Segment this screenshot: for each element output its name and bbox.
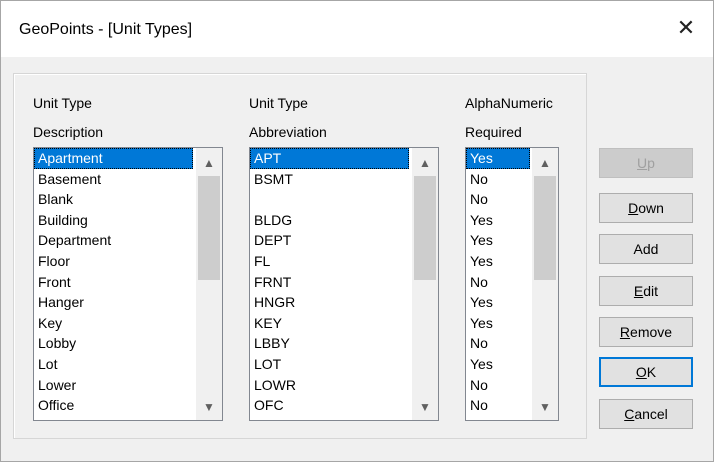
description-list-item[interactable]: Front [34,272,193,293]
description-list-item[interactable]: Blank [34,189,193,210]
description-list-item[interactable]: Department [34,230,193,251]
description-list-item[interactable]: Floor [34,251,193,272]
required-list-item[interactable]: No [466,395,530,416]
required-list-item[interactable]: No [466,333,530,354]
alphanumeric-header: AlphaNumeric Required [465,89,553,147]
cancel-button[interactable]: Cancel [599,399,693,429]
required-list-item[interactable]: Yes [466,210,530,231]
scroll-down-arrow-icon[interactable]: ▼ [412,396,438,418]
required-list-item[interactable]: No [466,189,530,210]
description-list-item[interactable]: Lobby [34,333,193,354]
up-button[interactable]: Up [599,148,693,178]
scroll-thumb[interactable] [198,176,220,280]
required-list-item[interactable]: Yes [466,148,530,169]
description-items: Apartment Basement Blank Building Department… [34,148,222,416]
description-list-item[interactable]: Key [34,313,193,334]
required-list-item[interactable]: Yes [466,292,530,313]
dialog-window: GeoPoints - [Unit Types] ✕ Unit Type Des… [0,0,714,462]
add-button[interactable]: Add [599,234,693,264]
abbreviation-list-item[interactable]: LBBY [250,333,409,354]
abbreviation-list-item[interactable]: OFC [250,395,409,416]
header-line-1: Unit Type [33,95,92,111]
abbreviation-scrollbar[interactable]: ▲ ▼ [412,148,438,420]
abbreviation-list-item[interactable]: LOT [250,354,409,375]
abbreviation-list-item[interactable] [250,189,409,210]
description-header: Unit Type Description [33,89,103,147]
description-list-item[interactable]: Apartment [34,148,193,169]
required-list-item[interactable]: No [466,375,530,396]
required-list-item[interactable]: Yes [466,230,530,251]
down-button[interactable]: Down [599,193,693,223]
description-list-item[interactable]: Hanger [34,292,193,313]
required-list-item[interactable]: No [466,272,530,293]
abbreviation-items: APT BSMT BLDG DEPT FL FRNT HNGR KEY LBBY LOT LOWR O… [250,148,438,416]
abbreviation-list-item[interactable]: FRNT [250,272,409,293]
abbreviation-list-item[interactable]: APT [250,148,409,169]
required-list-item[interactable]: Yes [466,251,530,272]
description-list-item[interactable]: Basement [34,169,193,190]
scroll-thumb[interactable] [414,176,436,280]
alphanumeric-scrollbar[interactable]: ▲ ▼ [532,148,558,420]
abbreviation-list-item[interactable]: HNGR [250,292,409,313]
close-icon[interactable]: ✕ [669,13,703,43]
scroll-up-arrow-icon[interactable]: ▲ [412,152,438,174]
abbreviation-list-item[interactable]: BSMT [250,169,409,190]
alphanumeric-listbox[interactable]: Yes No No Yes Yes Yes No Yes Yes No Yes No No ▲ ▼ [465,147,559,421]
title-bar: GeoPoints - [Unit Types] ✕ [1,1,713,57]
header-line-2: Abbreviation [249,124,327,140]
description-list-item[interactable]: Lower [34,375,193,396]
header-line-2: Required [465,124,522,140]
description-list-item[interactable]: Office [34,395,193,416]
scroll-down-arrow-icon[interactable]: ▼ [532,396,558,418]
description-list-item[interactable]: Building [34,210,193,231]
description-listbox[interactable]: Apartment Basement Blank Building Department… [33,147,223,421]
scroll-up-arrow-icon[interactable]: ▲ [196,152,222,174]
required-list-item[interactable]: No [466,169,530,190]
abbreviation-listbox[interactable]: APT BSMT BLDG DEPT FL FRNT HNGR KEY LBBY LOT LOWR O… [249,147,439,421]
header-line-1: Unit Type [249,95,308,111]
description-list-item[interactable]: Lot [34,354,193,375]
remove-button[interactable]: Remove [599,317,693,347]
edit-button[interactable]: Edit [599,276,693,306]
window-title: GeoPoints - [Unit Types] [19,21,193,38]
abbreviation-list-item[interactable]: LOWR [250,375,409,396]
abbreviation-list-item[interactable]: DEPT [250,230,409,251]
abbreviation-header: Unit Type Abbreviation [249,89,327,147]
abbreviation-list-item[interactable]: KEY [250,313,409,334]
header-line-2: Description [33,124,104,140]
header-line-1: AlphaNumeric [465,95,553,111]
scroll-up-arrow-icon[interactable]: ▲ [532,152,558,174]
required-list-item[interactable]: Yes [466,313,530,334]
description-scrollbar[interactable]: ▲ ▼ [196,148,222,420]
abbreviation-list-item[interactable]: BLDG [250,210,409,231]
required-list-item[interactable]: Yes [466,354,530,375]
scroll-thumb[interactable] [534,176,556,280]
ok-button[interactable]: OK [599,357,693,387]
scroll-down-arrow-icon[interactable]: ▼ [196,396,222,418]
abbreviation-list-item[interactable]: FL [250,251,409,272]
